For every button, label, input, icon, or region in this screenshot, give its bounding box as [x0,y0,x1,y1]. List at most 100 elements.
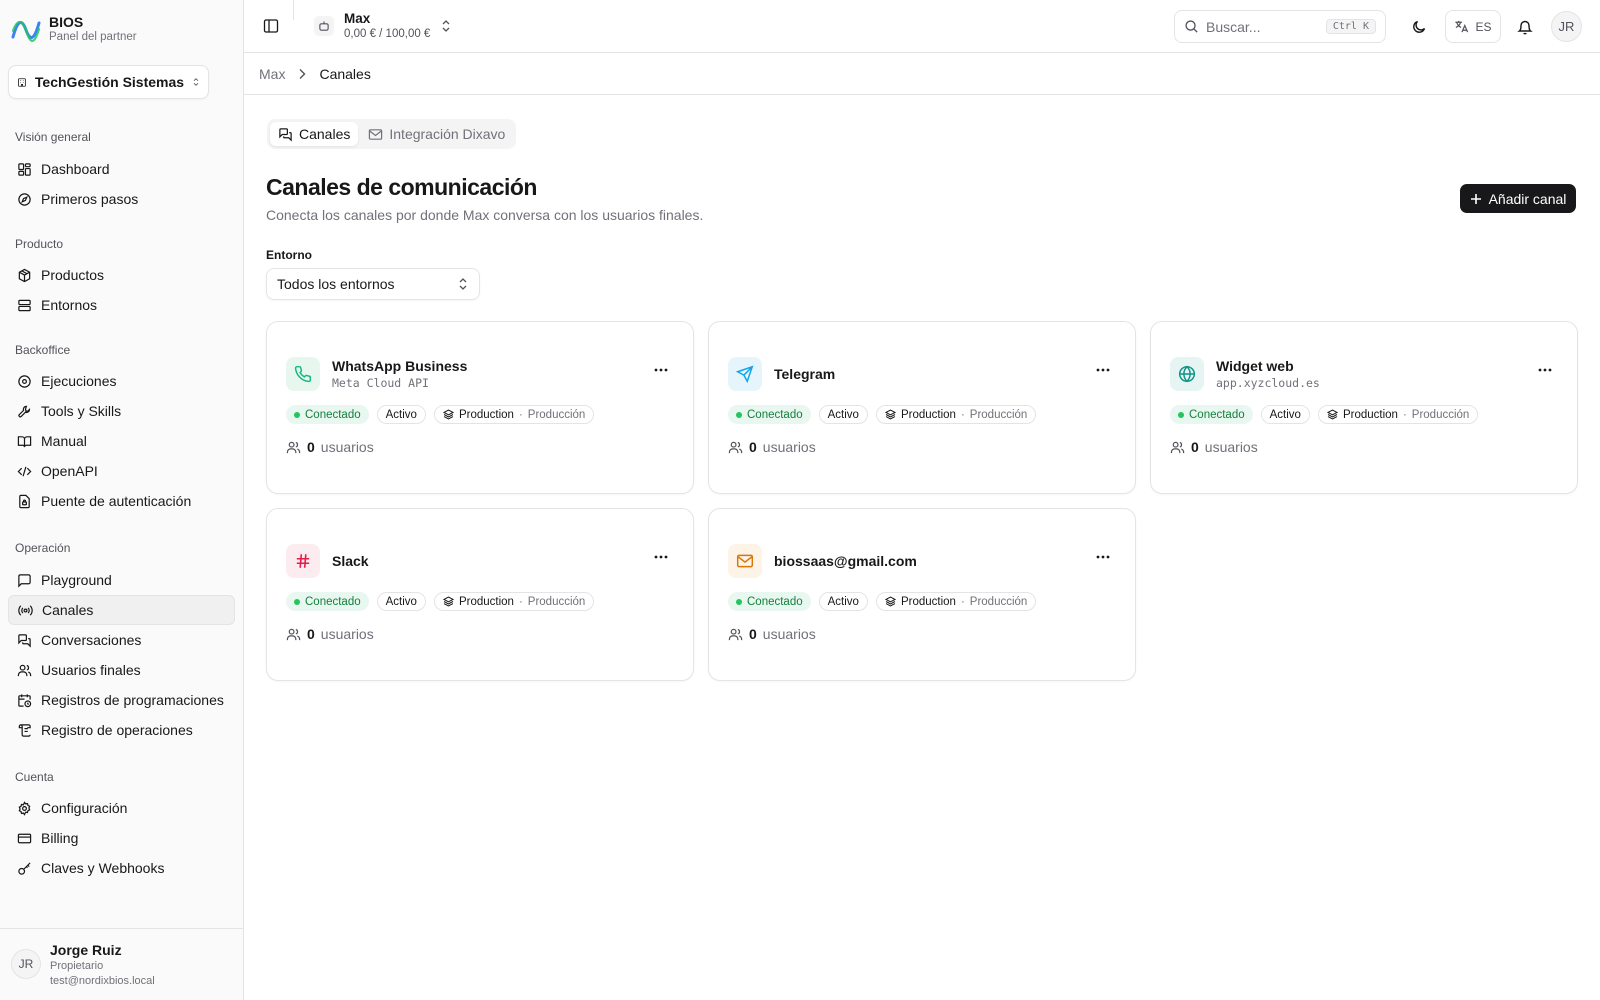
status-badge: Conectado [728,405,811,424]
more-horizontal-icon[interactable] [1536,367,1554,373]
channel-badges: Conectado Activo Production · Producción [1170,405,1479,424]
state-badge: Activo [1260,405,1310,424]
more-horizontal-icon[interactable] [652,554,670,560]
sidebar-item-ejecuciones[interactable]: Ejecuciones [8,366,235,396]
agent-switcher[interactable]: Max 0,00 € / 100,00 € [314,10,452,42]
bell-icon [1516,20,1533,34]
user-name: Jorge Ruiz [50,942,122,958]
sidebar-item-label: Usuarios finales [41,662,141,678]
tab-label: Canales [299,126,351,142]
globe-icon [1178,365,1196,383]
avatar: JR [11,949,41,979]
brand-subtitle: Panel del partner [49,31,137,43]
channel-card[interactable]: Widget web app.xyzcloud.es Conectado Act… [1150,321,1578,494]
channel-card[interactable]: Slack Conectado Activo Production · Produc… [266,508,694,681]
sidebar-item-productos[interactable]: Productos [8,260,235,290]
mail-icon [369,128,383,140]
environment-filter-label: Entorno [266,248,312,262]
sidebar-item-label: OpenAPI [41,463,98,479]
sidebar-item-label: Ejecuciones [41,373,117,389]
avatar[interactable]: JR [1551,11,1582,42]
channel-users: 0 usuarios [286,626,374,642]
channel-name: WhatsApp Business [332,358,468,374]
channel-card[interactable]: Telegram Conectado Activo Production · Pro… [708,321,1136,494]
search-icon [1185,20,1198,33]
sidebar-item-label: Playground [41,572,112,588]
layers-icon [884,596,896,607]
page-title: Canales de comunicación [266,174,537,200]
sidebar-item-playground[interactable]: Playground [8,565,235,595]
phone-icon [294,365,312,383]
sidebar-item-entornos[interactable]: Entornos [8,290,235,320]
channel-name: biossaas@gmail.com [774,553,917,569]
sidebar-item-label: Claves y Webhooks [41,860,165,876]
users-unit: usuarios [762,439,816,455]
sidebar-item-claves-webhooks[interactable]: Claves y Webhooks [8,853,235,883]
sidebar-item-label: Puente de autenticación [41,493,192,509]
environment-badge: Production · Producción [433,405,595,424]
search-input[interactable] [1206,18,1319,35]
layers-icon [442,409,454,420]
moon-icon [1412,20,1425,33]
sidebar-item-billing[interactable]: Billing [8,823,235,853]
sidebar-item-primeros-pasos[interactable]: Primeros pasos [8,184,235,214]
state-badge: Activo [818,405,868,424]
users-icon [286,628,301,640]
environment-select-value: Todos los entornos [277,276,395,292]
channel-badges: Conectado Activo Production · Producción [728,592,1037,611]
users-icon [728,441,743,453]
search-box[interactable]: Ctrl K [1174,10,1386,43]
users-icon [286,441,301,453]
sidebar-item-registros-programaciones[interactable]: Registros de programaciones [8,685,235,715]
chevrons-up-down-icon [459,278,467,290]
theme-toggle-button[interactable] [1402,10,1435,43]
sidebar-item-usuarios-finales[interactable]: Usuarios finales [8,655,235,685]
channel-card[interactable]: WhatsApp Business Meta Cloud API Conecta… [266,321,694,494]
messages-icon [279,127,292,142]
users-count: 0 [1191,439,1199,455]
status-badge: Conectado [1170,405,1253,424]
sidebar-item-openapi[interactable]: OpenAPI [8,456,235,486]
messages-icon [18,633,31,648]
tab-integracion-dixavo[interactable]: Integración Dixavo [360,122,513,146]
status-badge: Conectado [286,592,369,611]
users-icon [17,664,32,676]
gear-icon [18,800,31,816]
nav-group-title: Cuenta [15,770,54,784]
sidebar-item-tools-y-skills[interactable]: Tools y Skills [8,396,235,426]
users-unit: usuarios [320,626,374,642]
sidebar-toggle-icon[interactable] [263,18,279,34]
sidebar-item-conversaciones[interactable]: Conversaciones [8,625,235,655]
brand[interactable]: BIOS Panel del partner [11,14,137,45]
tab-canales[interactable]: Canales [270,122,359,146]
plus-icon [1470,193,1481,204]
users-unit: usuarios [320,439,374,455]
sidebar-item-puente-autenticacion[interactable]: Puente de autenticación [8,486,235,516]
channel-users: 0 usuarios [286,439,374,455]
sidebar-item-manual[interactable]: Manual [8,426,235,456]
topbar: Max 0,00 € / 100,00 € Ctrl K ES JR [244,0,1600,53]
building-icon [18,77,26,87]
more-horizontal-icon[interactable] [1094,367,1112,373]
notifications-button[interactable] [1508,10,1541,43]
environment-select[interactable]: Todos los entornos [266,268,480,300]
environment-label: Producción [969,408,1028,421]
more-horizontal-icon[interactable] [1094,554,1112,560]
breadcrumb-current: Canales [319,65,371,82]
sidebar-item-canales[interactable]: Canales [8,595,235,625]
language-button[interactable]: ES [1445,10,1501,43]
sidebar-item-label: Conversaciones [41,632,142,648]
breadcrumb-parent[interactable]: Max [259,66,285,82]
credit-card-icon [17,833,32,843]
status-label: Conectado [305,408,361,421]
channel-card[interactable]: biossaas@gmail.com Conectado Activo Prod… [708,508,1136,681]
sidebar-item-configuracion[interactable]: Configuración [8,793,235,823]
add-channel-button[interactable]: Añadir canal [1460,184,1576,213]
more-horizontal-icon[interactable] [652,367,670,373]
breadcrumb: Max Canales [244,53,1600,95]
organization-select[interactable]: TechGestión Sistemas [8,65,209,99]
user-menu[interactable]: JR Jorge Ruiz Propietario test@nordixbio… [0,928,243,1000]
calendar-clock-icon [18,693,32,707]
sidebar-item-registro-operaciones[interactable]: Registro de operaciones [8,715,235,745]
sidebar-item-dashboard[interactable]: Dashboard [8,154,235,184]
